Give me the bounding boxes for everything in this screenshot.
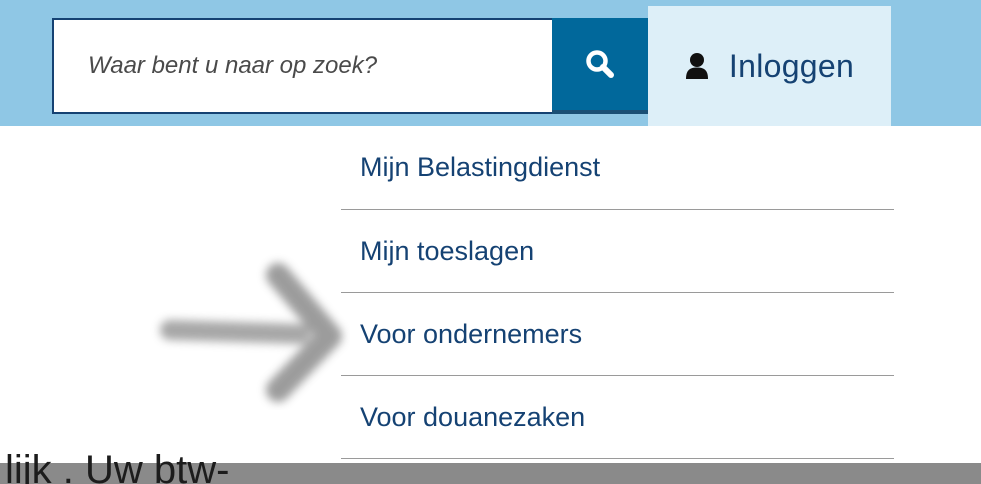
- menu-item-mijn-toeslagen[interactable]: Mijn toeslagen: [341, 210, 894, 293]
- login-label: Inloggen: [728, 47, 855, 84]
- menu-item-label: Voor douanezaken: [360, 401, 586, 432]
- annotation-arrow-icon: [160, 263, 342, 402]
- body-text-snippet: lijk . Uw btw-: [5, 448, 230, 484]
- menu-item-mijn-belastingdienst[interactable]: Mijn Belastingdienst: [341, 126, 894, 210]
- menu-item-label: Mijn Belastingdienst: [360, 152, 601, 182]
- search-icon: [586, 50, 614, 78]
- menu-item-label: Voor ondernemers: [360, 318, 583, 349]
- menu-item-voor-ondernemers[interactable]: Voor ondernemers: [341, 293, 894, 376]
- search-input[interactable]: [54, 20, 552, 112]
- menu-item-label: Mijn toeslagen: [360, 235, 535, 266]
- login-dropdown-menu: Mijn Belastingdienst Mijn toeslagen Voor…: [341, 126, 894, 459]
- search-box: [52, 18, 552, 114]
- login-button[interactable]: Inloggen: [648, 6, 891, 126]
- user-icon: [685, 52, 709, 80]
- menu-item-voor-douanezaken[interactable]: Voor douanezaken: [341, 376, 894, 459]
- search-button[interactable]: [552, 18, 648, 114]
